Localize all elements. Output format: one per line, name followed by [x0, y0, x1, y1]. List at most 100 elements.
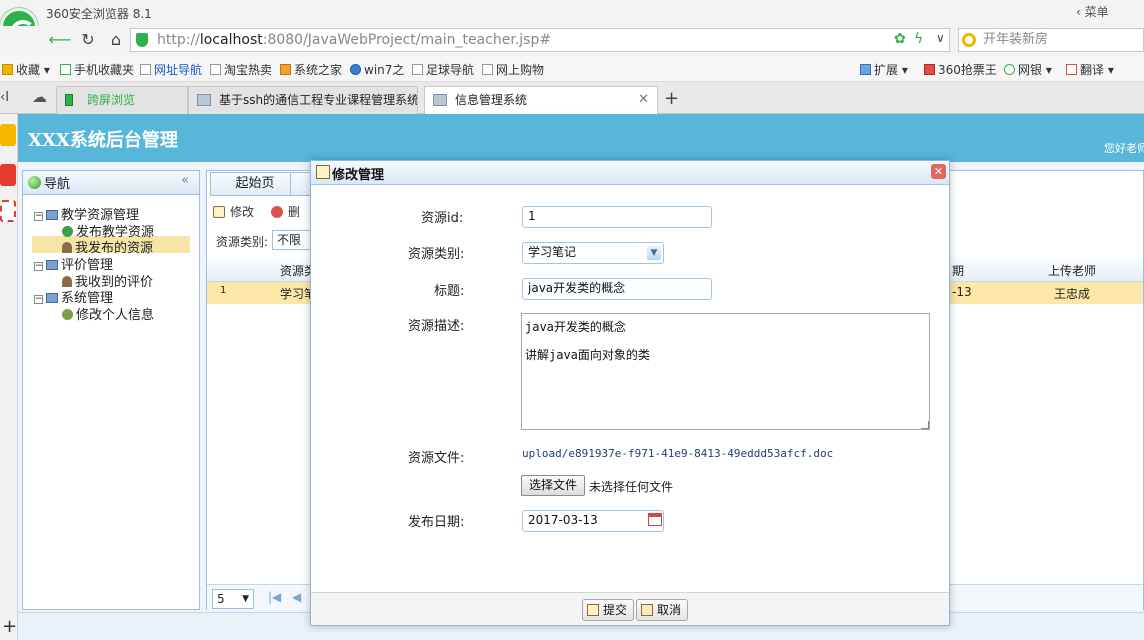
star-icon[interactable]: [0, 124, 16, 146]
globe-icon: [350, 64, 361, 75]
label-publish-date: 发布日期:: [408, 515, 465, 530]
bookmark-nav[interactable]: 网址导航: [140, 61, 202, 78]
security-refresh-icon[interactable]: ✿: [894, 31, 906, 47]
edit-label: 修改: [230, 205, 255, 219]
bookmark-extensions[interactable]: 扩展 ▾: [860, 61, 908, 78]
back-arrow-icon[interactable]: ⟵: [48, 29, 72, 51]
tab-label: 跨屏浏览: [87, 93, 136, 107]
tree-item-edit-profile[interactable]: 修改个人信息: [62, 304, 154, 323]
tab-ssh-system[interactable]: 基于ssh的通信工程专业课程管理系统: [188, 86, 418, 114]
bookmark-translate[interactable]: 翻译 ▾: [1066, 61, 1114, 78]
calendar-icon[interactable]: [648, 513, 662, 526]
add-circle-icon: [62, 226, 73, 237]
phone-icon: [60, 64, 71, 75]
bookmark-shopping[interactable]: 网上购物: [482, 61, 544, 78]
resource-type-select[interactable]: 学习笔记: [522, 242, 664, 264]
bookmark-label: 网址导航: [154, 63, 203, 77]
search-engine-icon: [962, 33, 976, 47]
edit-icon: [587, 604, 599, 616]
nav-globe-icon: [28, 176, 41, 189]
delete-button[interactable]: 删除: [268, 202, 310, 224]
ticket-icon: [924, 64, 935, 75]
description-line: 讲解java面向对象的类: [525, 348, 650, 362]
cancel-button[interactable]: 取消: [636, 599, 689, 621]
close-icon[interactable]: ✕: [638, 87, 649, 113]
tab-scroll-icon[interactable]: ‹I: [0, 90, 9, 105]
resize-handle-icon[interactable]: [921, 421, 929, 429]
collapse-toggle-icon[interactable]: −: [34, 262, 43, 271]
browser-menu-button[interactable]: ‹ 菜单: [1076, 3, 1109, 20]
collapse-toggle-icon[interactable]: −: [34, 295, 43, 304]
column-header-date[interactable]: 期: [952, 262, 964, 279]
bookmark-label: 网银: [1018, 63, 1043, 77]
bookmark-xitong[interactable]: 系统之家: [280, 61, 342, 78]
label-title: 标题:: [434, 284, 465, 299]
page-size-select[interactable]: 5 ▼: [212, 589, 254, 609]
windows-icon: [280, 64, 291, 75]
chevron-down-icon[interactable]: ▼: [647, 246, 661, 260]
weibo-icon[interactable]: [0, 164, 16, 186]
cell-date: -13: [952, 285, 972, 299]
bookmark-label: 360抢票王: [938, 63, 997, 77]
page-icon: [482, 64, 493, 75]
bookmark-label: 扩展: [874, 63, 899, 77]
submit-button[interactable]: 提交: [582, 599, 635, 621]
modal-header: [311, 161, 949, 185]
bank-icon: [1004, 64, 1015, 75]
bookmark-mobile[interactable]: 手机收藏夹: [60, 61, 134, 78]
tab-start-page[interactable]: 起始页: [210, 172, 300, 196]
page-image-icon: [197, 94, 211, 106]
home-icon[interactable]: ⌂: [104, 29, 128, 51]
choose-file-button[interactable]: 选择文件: [521, 475, 585, 496]
app-title: XXX系统后台管理: [28, 130, 178, 151]
tab-cross-screen[interactable]: 跨屏浏览: [56, 86, 188, 114]
bookmark-win7[interactable]: win7之: [350, 61, 404, 78]
prev-page-icon[interactable]: ◀: [292, 590, 301, 604]
column-header-teacher[interactable]: 上传老师: [1048, 262, 1096, 279]
collapse-toggle-icon[interactable]: −: [34, 212, 43, 221]
title-input[interactable]: java开发类的概念: [522, 278, 712, 300]
bookmark-tickets[interactable]: 360抢票王: [924, 61, 997, 78]
url-input[interactable]: http://localhost:8080/JavaWebProject/mai…: [130, 28, 950, 52]
app-header: [18, 114, 1144, 162]
description-textarea[interactable]: java开发类的概念 讲解java面向对象的类: [521, 313, 930, 430]
bookmark-football[interactable]: 足球导航: [412, 61, 474, 78]
cloud-icon[interactable]: ☁: [32, 88, 47, 106]
new-tab-plus-icon[interactable]: +: [664, 88, 679, 109]
bolt-icon[interactable]: ϟ: [914, 31, 923, 47]
search-input[interactable]: 开年装新房: [958, 28, 1144, 52]
grid-icon: [860, 64, 871, 75]
first-page-icon[interactable]: |◀: [268, 590, 281, 604]
bookmark-label: 淘宝热卖: [224, 63, 273, 77]
publish-date-input[interactable]: 2017-03-13: [522, 510, 664, 532]
close-icon[interactable]: ✕: [931, 164, 946, 179]
delete-icon: [271, 206, 283, 218]
bookmark-taobao[interactable]: 淘宝热卖: [210, 61, 272, 78]
bookmark-favorites[interactable]: 收藏 ▾: [2, 61, 50, 78]
bookmark-bank[interactable]: 网银 ▾: [1004, 61, 1052, 78]
url-host: localhost: [199, 32, 263, 48]
tab-info-system[interactable]: 信息管理系统 ✕: [424, 86, 658, 114]
collapse-icon[interactable]: «: [181, 173, 189, 188]
modal-title: 修改管理: [332, 168, 385, 183]
edit-button[interactable]: 修改: [210, 202, 254, 224]
bookmark-label: 手机收藏夹: [74, 63, 135, 77]
cancel-label: 取消: [657, 603, 682, 617]
screenshot-icon[interactable]: [0, 200, 16, 222]
tab-label: 信息管理系统: [455, 93, 528, 107]
delete-label: 删除: [288, 205, 301, 219]
star-icon: [2, 64, 13, 75]
resource-id-input[interactable]: 1: [522, 206, 712, 228]
label-resource-file: 资源文件:: [408, 451, 465, 466]
file-path-link[interactable]: upload/e891937e-f971-41e9-8413-49eddd53a…: [522, 447, 833, 460]
undo-icon: [641, 604, 653, 616]
add-icon[interactable]: +: [2, 616, 17, 637]
label-description: 资源描述:: [408, 319, 465, 334]
resource-type-filter[interactable]: 不限制: [272, 230, 312, 250]
shield-icon: [136, 33, 148, 47]
browser-titlebar: [0, 0, 1144, 26]
user-icon: [62, 242, 72, 253]
folder-icon: [46, 210, 58, 220]
chevron-down-icon[interactable]: ∨: [936, 31, 945, 45]
reload-icon[interactable]: ↻: [76, 29, 100, 51]
